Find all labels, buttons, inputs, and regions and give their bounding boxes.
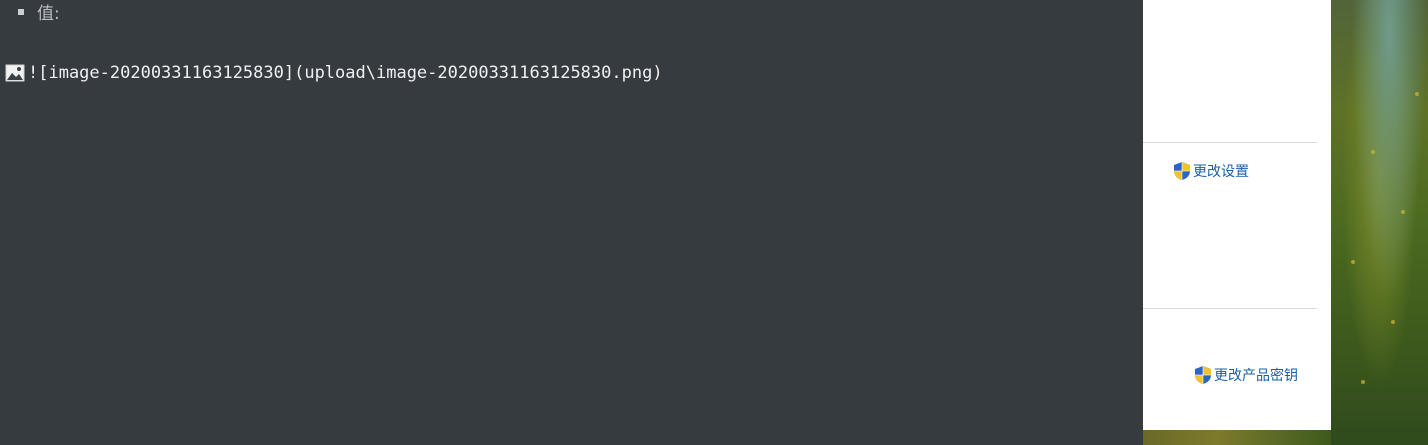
wallpaper-fleck bbox=[1361, 380, 1365, 384]
image-markdown-text: ![image-20200331163125830](upload\image-… bbox=[28, 63, 663, 83]
change-product-key-label: 更改产品密钥 bbox=[1214, 368, 1298, 384]
screen: 值: ![image-20200331163125830](upload\ima… bbox=[0, 0, 1428, 445]
uac-shield-icon bbox=[1194, 365, 1212, 385]
markdown-editor[interactable]: 值: ![image-20200331163125830](upload\ima… bbox=[0, 0, 1143, 445]
divider bbox=[1143, 142, 1317, 143]
wallpaper-fleck bbox=[1415, 92, 1419, 96]
desktop-wallpaper bbox=[1331, 0, 1428, 445]
wallpaper-fleck bbox=[1371, 150, 1375, 154]
list-item-text: 值: bbox=[37, 3, 60, 24]
bullet-icon bbox=[18, 9, 24, 15]
wallpaper-fleck bbox=[1391, 320, 1395, 324]
list-item: 值: bbox=[18, 0, 60, 24]
desktop-wallpaper bbox=[1143, 430, 1331, 445]
change-settings-link[interactable]: 更改设置 bbox=[1173, 161, 1249, 181]
change-product-key-link[interactable]: 更改产品密钥 bbox=[1194, 365, 1298, 385]
broken-image-icon bbox=[5, 64, 25, 82]
settings-panel: 更改设置 更改产品密钥 bbox=[1143, 0, 1331, 430]
uac-shield-icon bbox=[1173, 161, 1191, 181]
change-settings-label: 更改设置 bbox=[1193, 164, 1249, 180]
image-markdown-line[interactable]: ![image-20200331163125830](upload\image-… bbox=[5, 60, 663, 86]
divider bbox=[1143, 308, 1317, 309]
wallpaper-fleck bbox=[1351, 260, 1355, 264]
wallpaper-fleck bbox=[1401, 210, 1405, 214]
